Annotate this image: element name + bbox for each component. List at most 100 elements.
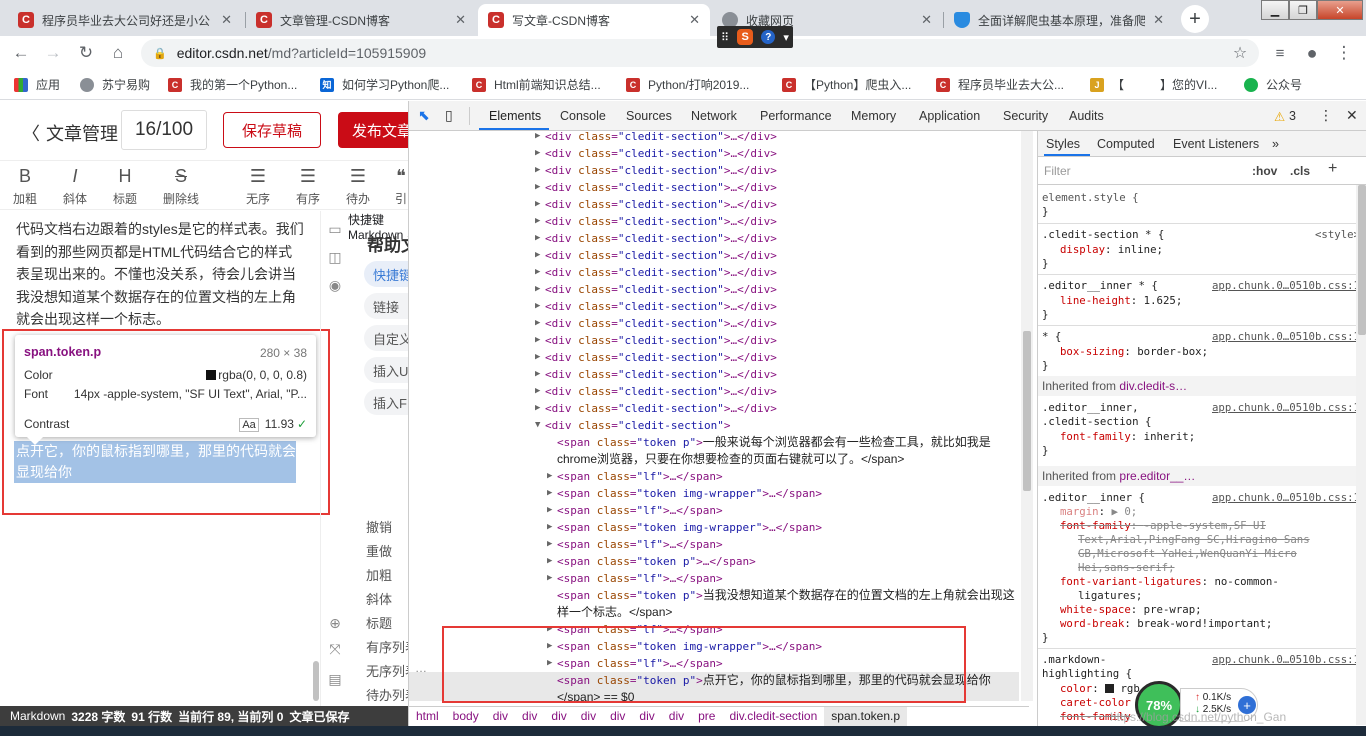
- style-property[interactable]: font-family: inherit;: [1060, 430, 1195, 444]
- reload-icon[interactable]: ↻: [75, 42, 97, 64]
- close-icon[interactable]: ✕: [1346, 107, 1358, 124]
- dom-node-line[interactable]: <span class="token p">一般来说每个浏览器都会有一些检查工具…: [409, 434, 1019, 451]
- dom-node-line[interactable]: <span class="token p">当我没想知道某个数据存在的位置文档的…: [409, 587, 1019, 604]
- strikethrough-button[interactable]: S 删除线: [158, 166, 204, 207]
- style-property[interactable]: white-space: pre-wrap;: [1060, 603, 1202, 617]
- hover-state-toggle[interactable]: :hov: [1252, 164, 1277, 178]
- forward-arrow-icon[interactable]: →: [42, 42, 64, 64]
- dom-node-line[interactable]: ▶ <div class="cledit-section">…</div>: [409, 366, 1019, 383]
- expand-arrow-icon[interactable]: ▶: [535, 131, 545, 145]
- tab-security[interactable]: Security: [1003, 109, 1048, 123]
- bookmark-item[interactable]: C 我的第一个Python...: [168, 76, 297, 93]
- expand-arrow-icon[interactable]: ▶: [547, 553, 557, 570]
- tab-styles[interactable]: Styles: [1046, 137, 1080, 151]
- breadcrumb-item[interactable]: span.token.p: [824, 706, 907, 727]
- tab-performance[interactable]: Performance: [760, 109, 832, 123]
- style-property[interactable]: word-break: break-word!important;: [1060, 617, 1272, 631]
- tab-application[interactable]: Application: [919, 109, 980, 123]
- inherited-selector[interactable]: div.cledit-s…: [1119, 379, 1187, 393]
- minimize-button[interactable]: ▁: [1261, 0, 1289, 20]
- bold-button[interactable]: B 加粗: [2, 166, 48, 207]
- tab-event-listeners[interactable]: Event Listeners: [1173, 137, 1259, 151]
- dom-node-line[interactable]: ▶ <div class="cledit-section">…</div>: [409, 383, 1019, 400]
- style-property[interactable]: color: rgb: [1060, 682, 1140, 696]
- ordered-list-button[interactable]: ☰ 有序: [285, 166, 331, 207]
- add-rule-icon[interactable]: +: [1328, 160, 1337, 178]
- home-icon[interactable]: ⌂: [107, 42, 129, 64]
- breadcrumb-item[interactable]: div: [544, 707, 573, 727]
- expand-arrow-icon[interactable]: ▶: [535, 298, 545, 315]
- expand-arrow-icon[interactable]: ▶: [535, 162, 545, 179]
- more-options-icon[interactable]: ⋮: [1319, 107, 1333, 124]
- browser-tab[interactable]: 全面详解爬虫基本原理，准备爬 ✕: [944, 4, 1174, 36]
- rule-source[interactable]: app.chunk.0…0510b.css:1: [1212, 330, 1360, 344]
- style-property[interactable]: display: inline;: [1060, 243, 1163, 257]
- heading-button[interactable]: H 标题: [102, 166, 148, 207]
- breadcrumb-item[interactable]: div: [632, 707, 661, 727]
- dom-node-line[interactable]: ▶ <div class="cledit-section">…</div>: [409, 145, 1019, 162]
- address-bar[interactable]: 🔒 editor.csdn.net/md?articleId=105915909: [141, 39, 1259, 67]
- dom-node-line[interactable]: ▶ <span class="lf">…</span>: [409, 468, 1019, 485]
- close-icon[interactable]: ✕: [1153, 12, 1164, 28]
- tab-audits[interactable]: Audits: [1069, 109, 1104, 123]
- dom-node-line[interactable]: chrome浏览器，只要在你想要检查的页面右键就可以了。</span>: [409, 451, 1019, 468]
- style-property[interactable]: font-variant-ligatures: no-common-: [1060, 575, 1279, 589]
- dom-tree[interactable]: ▶ <div class="cledit-section">…</div> ▶ <di…: [409, 131, 1029, 701]
- save-draft-button[interactable]: 保存草稿: [223, 112, 321, 148]
- new-tab-button[interactable]: +: [1181, 5, 1209, 33]
- expand-arrow-icon[interactable]: ▶: [535, 332, 545, 349]
- dom-node-line[interactable]: ▶ <span class="lf">…</span>: [409, 502, 1019, 519]
- style-property[interactable]: box-sizing: border-box;: [1060, 345, 1208, 359]
- window-close-button[interactable]: ✕: [1317, 0, 1363, 20]
- expand-arrow-icon[interactable]: ▶: [535, 400, 545, 417]
- style-property[interactable]: margin: ▶ 0;: [1060, 505, 1137, 519]
- expand-arrow-icon[interactable]: ▶: [535, 247, 545, 264]
- expand-arrow-icon[interactable]: ▶: [547, 502, 557, 519]
- dom-node-line[interactable]: ▶ <div class="cledit-section">…</div>: [409, 349, 1019, 366]
- menu-icon[interactable]: ⋮: [1333, 42, 1355, 64]
- todo-list-button[interactable]: ☰ 待办: [335, 166, 381, 207]
- fullscreen-icon[interactable]: ⤧: [327, 641, 343, 657]
- playlist-icon[interactable]: ≡: [1269, 42, 1291, 64]
- bookmark-item[interactable]: C 程序员毕业去大公...: [936, 76, 1064, 93]
- dom-node-line[interactable]: ▶ <div class="cledit-section">…</div>: [409, 131, 1019, 145]
- star-icon[interactable]: ☆: [1229, 42, 1251, 64]
- rule-source[interactable]: app.chunk.0…0510b.css:1: [1212, 401, 1360, 415]
- expand-arrow-icon[interactable]: ▶: [535, 230, 545, 247]
- inherited-selector[interactable]: pre.editor__…: [1119, 469, 1195, 483]
- help-pill-insert-2[interactable]: 插入F: [364, 389, 408, 415]
- rule-source[interactable]: app.chunk.0…0510b.css:1: [1212, 491, 1360, 505]
- layout-icon[interactable]: ◫: [327, 249, 343, 265]
- device-toggle-icon[interactable]: ▯: [445, 107, 453, 124]
- rule-source[interactable]: app.chunk.0…0510b.css:1: [1212, 653, 1360, 667]
- dom-node-line[interactable]: ▶ <span class="token p">…</span>: [409, 553, 1019, 570]
- expand-arrow-open-icon[interactable]: ▼: [535, 417, 545, 434]
- dom-node-line[interactable]: ▶ <span class="token img-wrapper">…</span…: [409, 519, 1019, 536]
- editor-body-text[interactable]: 代码文档右边跟着的styles是它的样式表。我们看到的那些网页都是HTML代码结…: [16, 218, 306, 331]
- warning-icon[interactable]: ⚠: [1274, 109, 1285, 124]
- tab-memory[interactable]: Memory: [851, 109, 896, 123]
- directory-icon[interactable]: ▭: [327, 221, 343, 237]
- dom-node-line[interactable]: ▶ <div class="cledit-section">…</div>: [409, 213, 1019, 230]
- bookmark-item[interactable]: C Html前端知识总结...: [472, 76, 601, 93]
- expand-arrow-icon[interactable]: ▶: [535, 179, 545, 196]
- dom-node-line[interactable]: ▶ <div class="cledit-section">…</div>: [409, 332, 1019, 349]
- expand-arrow-icon[interactable]: ▶: [535, 349, 545, 366]
- eye-icon[interactable]: ◉: [327, 277, 343, 293]
- dom-node-line[interactable]: ▶ <span class="lf">…</span>: [409, 536, 1019, 553]
- styles-scrollbar[interactable]: [1356, 185, 1366, 725]
- expand-arrow-icon[interactable]: ▶: [535, 145, 545, 162]
- account-icon[interactable]: ●: [1301, 42, 1323, 64]
- dom-node-line[interactable]: ▶ <div class="cledit-section">…</div>: [409, 298, 1019, 315]
- breadcrumb-item[interactable]: div.cledit-section: [722, 707, 824, 727]
- breadcrumb-item[interactable]: div: [486, 707, 515, 727]
- expand-arrow-icon[interactable]: ▶: [535, 196, 545, 213]
- class-toggle[interactable]: .cls: [1290, 164, 1310, 178]
- tab-console[interactable]: Console: [560, 109, 606, 123]
- expand-arrow-icon[interactable]: ▶: [535, 264, 545, 281]
- expand-arrow-icon[interactable]: ▶: [535, 383, 545, 400]
- bookmark-item[interactable]: 苏宁易购: [80, 76, 150, 93]
- dom-node-line[interactable]: ▶ <div class="cledit-section">…</div>: [409, 179, 1019, 196]
- close-icon[interactable]: ✕: [221, 12, 232, 28]
- dom-node-line[interactable]: ▶ <span class="lf">…</span>: [409, 570, 1019, 587]
